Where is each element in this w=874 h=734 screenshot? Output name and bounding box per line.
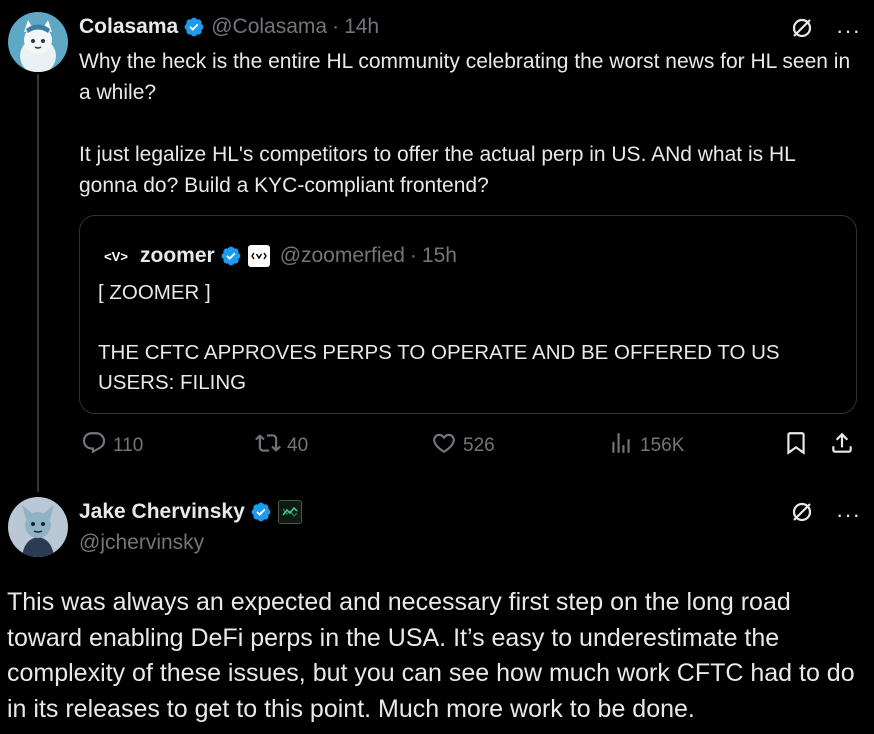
author-handle[interactable]: @Colasama xyxy=(211,15,327,39)
avatar-jchervinsky[interactable] xyxy=(8,497,68,557)
reply-author-handle[interactable]: @jchervinsky xyxy=(79,531,204,555)
share-icon xyxy=(829,430,855,462)
views-icon xyxy=(608,430,634,462)
repost-count: 40 xyxy=(287,435,309,456)
reply-top-actions: ··· xyxy=(790,500,861,529)
dot-separator: · xyxy=(409,244,417,267)
reply-text: This was always an expected and necessar… xyxy=(7,588,855,723)
verified-badge-icon[interactable] xyxy=(220,245,242,267)
more-icon[interactable]: ··· xyxy=(836,503,861,526)
affiliate-badge-icon[interactable] xyxy=(277,500,302,524)
reply-count: 110 xyxy=(113,435,144,456)
repost-button[interactable]: 40 xyxy=(255,430,308,462)
affiliate-badge-icon[interactable] xyxy=(247,245,270,267)
quote-author-name[interactable]: zoomer xyxy=(140,244,215,268)
views-count: 156K xyxy=(640,435,685,456)
quote-time[interactable]: 15h xyxy=(422,244,457,268)
reply-icon xyxy=(81,430,107,462)
share-button[interactable] xyxy=(829,430,855,462)
tweet-top-actions: ··· xyxy=(790,16,861,45)
verified-badge-icon[interactable] xyxy=(250,501,272,523)
views-button[interactable]: 156K xyxy=(608,430,684,462)
reply-button[interactable]: 110 xyxy=(81,430,143,462)
reply-header: Jake Chervinsky xyxy=(79,500,302,524)
repost-icon xyxy=(255,430,281,462)
quote-author-handle[interactable]: @zoomerfied xyxy=(280,244,405,268)
grok-icon[interactable] xyxy=(790,500,814,529)
tweet-text: Why the heck is the entire HL community … xyxy=(79,50,851,197)
tweet-header: Colasama @Colasama · 14h xyxy=(79,15,379,39)
quote-header: <V> zoomer @zoomerfied · 15h xyxy=(98,238,457,274)
like-icon xyxy=(431,430,457,462)
tweet-action-bar: 110 40 526 156K xyxy=(79,430,857,466)
verified-badge-icon[interactable] xyxy=(183,16,205,38)
grok-icon[interactable] xyxy=(790,16,814,45)
author-name[interactable]: Colasama xyxy=(79,15,178,39)
dot-separator: · xyxy=(332,15,340,38)
quoted-tweet[interactable]: <V> zoomer @zoomerfied · 15h [ ZOOMER ] … xyxy=(79,215,857,414)
quote-text: [ ZOOMER ] THE CFTC APPROVES PERPS TO OP… xyxy=(98,281,780,394)
reply-author-name[interactable]: Jake Chervinsky xyxy=(79,500,245,524)
tweet-time[interactable]: 14h xyxy=(344,15,379,39)
quote-avatar[interactable]: <V> xyxy=(98,238,134,274)
bookmark-icon xyxy=(783,430,809,462)
like-count: 526 xyxy=(463,435,495,456)
avatar-colasama[interactable] xyxy=(8,12,68,72)
bookmark-button[interactable] xyxy=(783,430,809,462)
more-icon[interactable]: ··· xyxy=(836,19,861,42)
like-button[interactable]: 526 xyxy=(431,430,495,462)
thread-connector-line xyxy=(37,74,39,492)
